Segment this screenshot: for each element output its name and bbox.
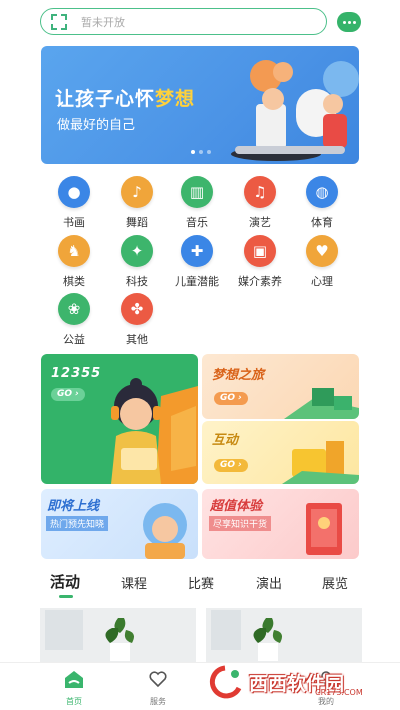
microphone-icon: ♫ xyxy=(244,176,276,208)
category-item[interactable]: ▥ 音乐 xyxy=(167,176,227,230)
dance-icon: ♪ xyxy=(121,176,153,208)
activity-image-2 xyxy=(206,608,362,668)
app-page: 暂未开放 让孩子心怀梦想 做最好的自己 ● 书画 ♪ 舞蹈 ▥ 音乐 ♫ 演艺 ◍ 体育 ♞ 棋类 ✦ 科… xyxy=(0,0,400,710)
search-input[interactable]: 暂未开放 xyxy=(81,14,125,30)
value-experience-card[interactable]: 超值体验 尽享知识干货 xyxy=(202,489,359,559)
dream-journey-title: 梦想之旅 xyxy=(212,368,265,383)
nav-service-label: 服务 xyxy=(150,697,166,706)
banner-title: 让孩子心怀梦想 xyxy=(55,88,196,110)
category-label: 演艺 xyxy=(249,216,271,229)
dream-illustration xyxy=(284,388,359,419)
heart-icon xyxy=(149,671,167,688)
banner-subtitle: 做最好的自己 xyxy=(57,118,136,133)
watermark-url: CR173.COM xyxy=(315,688,363,697)
dream-journey-card[interactable]: 梦想之旅 GO › xyxy=(202,354,359,419)
category-label: 心理 xyxy=(311,275,333,288)
coming-soon-illustration xyxy=(143,503,187,559)
activity-card-2[interactable] xyxy=(206,608,362,668)
category-label: 音乐 xyxy=(186,216,208,229)
category-label: 其他 xyxy=(126,333,148,346)
interaction-go-button[interactable]: GO › xyxy=(214,459,248,472)
category-label: 科技 xyxy=(126,275,148,288)
scan-icon[interactable] xyxy=(51,13,67,30)
hotline-illustration xyxy=(111,378,198,484)
nav-home-label: 首页 xyxy=(66,697,82,706)
activity-card-1[interactable] xyxy=(40,608,196,668)
chess-icon: ♞ xyxy=(58,235,90,267)
coming-soon-subtitle: 热门预先知晓 xyxy=(46,516,109,531)
heart-icon: ♥ xyxy=(306,235,338,267)
category-item[interactable]: ♫ 演艺 xyxy=(230,176,290,230)
value-experience-title: 超值体验 xyxy=(210,499,263,514)
hotline-go-button[interactable]: GO › xyxy=(51,388,85,401)
interaction-illustration xyxy=(282,441,359,484)
watermark-logo-icon xyxy=(209,665,242,699)
category-item[interactable]: ♪ 舞蹈 xyxy=(107,176,167,230)
category-label: 儿童潜能 xyxy=(175,275,219,288)
category-label: 体育 xyxy=(311,216,333,229)
puzzle-icon: ✚ xyxy=(181,235,213,267)
category-label: 公益 xyxy=(63,333,85,346)
piano-icon: ▥ xyxy=(181,176,213,208)
nav-service[interactable]: 服务 xyxy=(128,669,188,707)
tab-item[interactable]: 活动 xyxy=(50,571,80,592)
banner[interactable]: 让孩子心怀梦想 做最好的自己 xyxy=(41,46,359,164)
nav-home[interactable]: 首页 xyxy=(44,669,104,707)
coming-soon-card[interactable]: 即将上线 热门预先知晓 xyxy=(41,489,198,559)
banner-illustration xyxy=(231,60,359,161)
tech-icon: ✦ xyxy=(121,235,153,267)
home-icon xyxy=(65,671,83,688)
interaction-title: 互动 xyxy=(212,433,239,448)
category-item[interactable]: ❀ 公益 xyxy=(44,293,104,347)
category-item[interactable]: ● 书画 xyxy=(44,176,104,230)
activity-image-1 xyxy=(40,608,196,668)
search-bar[interactable]: 暂未开放 xyxy=(40,8,327,35)
camera-icon: ▣ xyxy=(244,235,276,267)
category-item[interactable]: ◍ 体育 xyxy=(292,176,352,230)
category-item[interactable]: ✚ 儿童潜能 xyxy=(167,235,227,289)
clover-icon: ✤ xyxy=(121,293,153,325)
value-experience-subtitle: 尽享知识干货 xyxy=(209,516,272,531)
category-item[interactable]: ♞ 棋类 xyxy=(44,235,104,289)
hotline-card[interactable]: 12355 GO › xyxy=(41,354,198,484)
tab-item[interactable]: 展览 xyxy=(322,573,348,592)
interaction-card[interactable]: 互动 GO › xyxy=(202,421,359,484)
banner-pagination xyxy=(191,150,211,154)
category-item[interactable]: ✤ 其他 xyxy=(107,293,167,347)
category-label: 书画 xyxy=(63,216,85,229)
category-label: 媒介素养 xyxy=(238,275,282,288)
value-illustration xyxy=(306,503,342,555)
palette-icon: ● xyxy=(58,176,90,208)
tab-item[interactable]: 课程 xyxy=(121,573,147,592)
category-item[interactable]: ♥ 心理 xyxy=(292,235,352,289)
tab-item[interactable]: 比赛 xyxy=(188,573,214,592)
category-label: 舞蹈 xyxy=(126,216,148,229)
category-item[interactable]: ▣ 媒介素养 xyxy=(230,235,290,289)
charity-icon: ❀ xyxy=(58,293,90,325)
watermark: 西西软件园 CR173.COM xyxy=(205,662,383,702)
category-label: 棋类 xyxy=(63,275,85,288)
coming-soon-title: 即将上线 xyxy=(47,499,100,514)
ball-icon: ◍ xyxy=(306,176,338,208)
tab-active-indicator xyxy=(59,595,73,598)
message-icon[interactable] xyxy=(337,12,361,32)
tab-item[interactable]: 演出 xyxy=(256,573,282,592)
hotline-number: 12355 xyxy=(51,366,102,381)
category-item[interactable]: ✦ 科技 xyxy=(107,235,167,289)
dream-go-button[interactable]: GO › xyxy=(214,392,248,405)
